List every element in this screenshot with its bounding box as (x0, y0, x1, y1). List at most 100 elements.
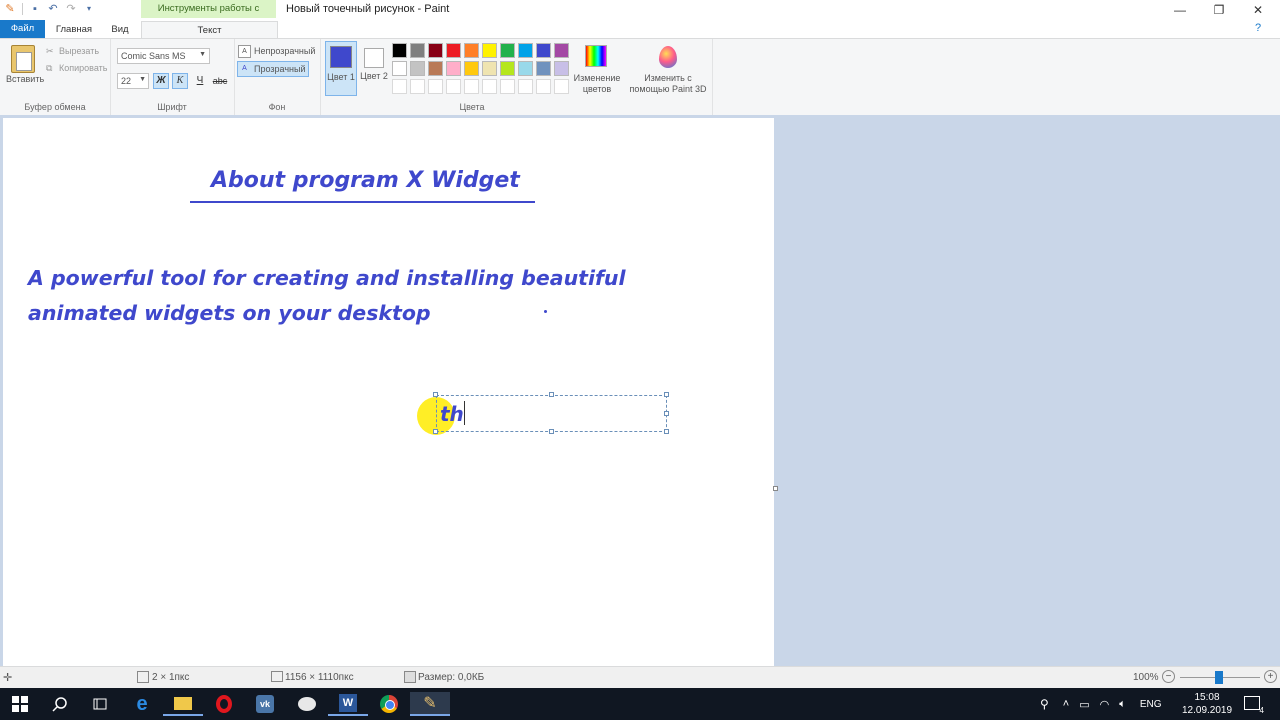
resize-handle[interactable] (433, 429, 438, 434)
paste-icon[interactable] (11, 45, 35, 73)
resize-handle[interactable] (664, 411, 669, 416)
word-icon[interactable]: W (328, 692, 368, 716)
canvas-resize-handle[interactable] (773, 486, 778, 491)
help-icon[interactable]: ? (1250, 22, 1266, 36)
opera-browser-icon[interactable] (204, 692, 244, 716)
palette-color-swatch[interactable] (410, 79, 425, 94)
text-box[interactable]: th (436, 395, 667, 432)
drawing-canvas[interactable]: About program X Widget A powerful tool f… (3, 118, 774, 666)
people-icon[interactable]: ⚲ (1040, 697, 1049, 711)
redo-icon[interactable]: ↷ (65, 3, 77, 15)
edge-browser-icon[interactable]: e (122, 692, 162, 716)
bold-button[interactable]: Ж (153, 73, 169, 89)
paint3d-button[interactable]: Изменить с помощью Paint 3D (626, 73, 710, 95)
minimize-button[interactable]: — (1160, 0, 1200, 20)
chrome-browser-icon[interactable] (369, 692, 409, 716)
palette-color-swatch[interactable] (500, 79, 515, 94)
text-box-content[interactable]: th (440, 402, 464, 426)
paint-active-icon[interactable]: ✎ (410, 692, 450, 716)
palette-color-swatch[interactable] (410, 61, 425, 76)
palette-color-swatch[interactable] (392, 61, 407, 76)
palette-color-swatch[interactable] (518, 43, 533, 58)
palette-color-swatch[interactable] (554, 61, 569, 76)
color1-label: Цвет 1 (327, 72, 355, 82)
close-button[interactable]: ✕ (1238, 0, 1278, 20)
zoom-slider-thumb[interactable] (1215, 671, 1223, 684)
palette-color-swatch[interactable] (410, 43, 425, 58)
palette-color-swatch[interactable] (446, 79, 461, 94)
palette-color-swatch[interactable] (464, 61, 479, 76)
edit-colors-button[interactable]: Изменение цветов (572, 73, 622, 95)
wifi-icon[interactable]: ◠ (1100, 698, 1110, 711)
paint3d-icon[interactable] (659, 46, 677, 68)
paint-app-icon[interactable]: ✎ (4, 3, 16, 15)
chevron-up-icon[interactable]: ˄ (1063, 698, 1069, 710)
italic-button[interactable]: К (172, 73, 188, 89)
transparent-option[interactable]: A Прозрачный (237, 61, 309, 77)
palette-color-swatch[interactable] (482, 79, 497, 94)
palette-color-swatch[interactable] (446, 43, 461, 58)
resize-handle[interactable] (664, 429, 669, 434)
palette-color-swatch[interactable] (464, 43, 479, 58)
palette-color-swatch[interactable] (428, 43, 443, 58)
palette-color-swatch[interactable] (518, 79, 533, 94)
font-size-select[interactable]: 22 ▼ (117, 73, 149, 89)
palette-color-swatch[interactable] (446, 61, 461, 76)
color2-swatch (364, 48, 384, 68)
opaque-option[interactable]: A Непрозрачный (238, 44, 315, 59)
palette-color-swatch[interactable] (428, 79, 443, 94)
color2-label: Цвет 2 (360, 71, 388, 81)
palette-color-swatch[interactable] (500, 43, 515, 58)
windows-start-icon[interactable] (0, 692, 40, 716)
selection-icon (137, 671, 149, 683)
palette-color-swatch[interactable] (464, 79, 479, 94)
palette-color-swatch[interactable] (554, 43, 569, 58)
copy-button[interactable]: Копировать (59, 63, 107, 73)
tab-text[interactable]: Текст (141, 21, 278, 39)
paint-pinned-icon[interactable] (287, 692, 327, 716)
strikethrough-button[interactable]: abc (211, 73, 229, 89)
notification-center-icon[interactable]: 4 (1244, 696, 1264, 715)
undo-icon[interactable]: ↶ (47, 3, 59, 15)
palette-color-swatch[interactable] (392, 43, 407, 58)
resize-handle[interactable] (433, 392, 438, 397)
palette-color-swatch[interactable] (482, 43, 497, 58)
language-indicator[interactable]: ENG (1140, 699, 1162, 710)
tab-home[interactable]: Главная (50, 21, 98, 38)
palette-color-swatch[interactable] (500, 61, 515, 76)
palette-color-swatch[interactable] (392, 79, 407, 94)
underline-button[interactable]: Ч (192, 73, 208, 89)
resize-handle[interactable] (664, 392, 669, 397)
tab-view[interactable]: Вид (104, 21, 136, 38)
zoom-out-button[interactable]: − (1162, 670, 1175, 683)
palette-color-swatch[interactable] (536, 61, 551, 76)
zoom-in-button[interactable]: + (1264, 670, 1277, 683)
cut-icon[interactable]: ✂ (46, 46, 54, 57)
palette-color-swatch[interactable] (482, 61, 497, 76)
task-view-icon[interactable] (80, 692, 120, 716)
clock[interactable]: 15:08 12.09.2019 (1182, 691, 1232, 717)
volume-icon[interactable]: 🔈︎ (1119, 698, 1126, 711)
edit-colors-icon[interactable] (585, 45, 607, 67)
color1-selector[interactable]: Цвет 1 (325, 41, 357, 96)
tab-file[interactable]: Файл (0, 20, 45, 38)
battery-icon[interactable]: ▭ (1079, 698, 1089, 711)
file-explorer-icon[interactable] (163, 692, 203, 716)
save-icon[interactable]: ▪ (29, 3, 41, 15)
palette-color-swatch[interactable] (536, 79, 551, 94)
cut-button[interactable]: Вырезать (59, 46, 99, 56)
resize-handle[interactable] (549, 392, 554, 397)
copy-icon[interactable]: ⧉ (46, 63, 52, 74)
paste-button[interactable]: Вставить (6, 74, 44, 84)
resize-handle[interactable] (549, 429, 554, 434)
palette-color-swatch[interactable] (536, 43, 551, 58)
palette-color-swatch[interactable] (428, 61, 443, 76)
palette-color-swatch[interactable] (554, 79, 569, 94)
restore-button[interactable]: ❐ (1199, 0, 1239, 20)
font-family-select[interactable]: Comic Sans MS ▼ (117, 48, 210, 64)
palette-color-swatch[interactable] (518, 61, 533, 76)
search-icon[interactable] (40, 692, 80, 716)
vk-app-icon[interactable]: vk (245, 692, 285, 716)
customize-qat-icon[interactable]: ▾ (83, 3, 95, 15)
color2-selector[interactable]: Цвет 2 (360, 41, 390, 96)
